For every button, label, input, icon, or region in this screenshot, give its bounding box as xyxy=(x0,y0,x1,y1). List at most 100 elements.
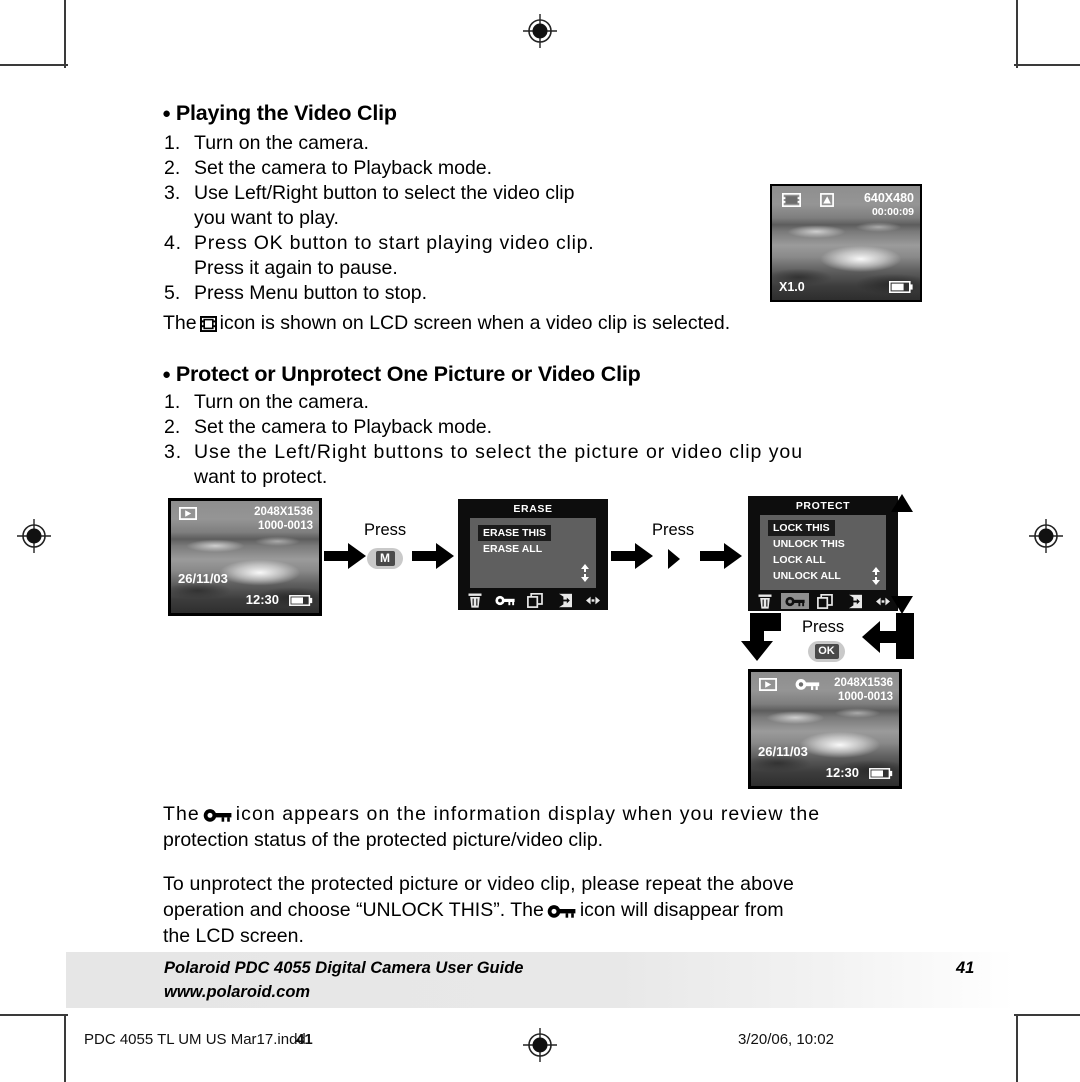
print-filename: PDC 4055 TL UM US Mar17.indd xyxy=(84,1031,306,1048)
step-number: 3. xyxy=(164,441,183,463)
step-number: 2. xyxy=(164,416,181,438)
menu-button-label: M xyxy=(375,551,395,566)
lcd-resolution: 2048X1536 xyxy=(834,677,893,689)
footer-website: www.polaroid.com xyxy=(164,983,311,1001)
playback-icon xyxy=(759,678,777,691)
play-right-icon[interactable] xyxy=(667,549,681,569)
step-text: Use the Left/Right buttons to select the… xyxy=(194,441,804,463)
step-item: 5. Press Menu button to stop. xyxy=(164,281,427,307)
print-timestamp: 3/20/06, 10:02 xyxy=(738,1031,834,1048)
lcd-screen-picture-protected: 2048X1536 1000-0013 26/11/03 12:30 xyxy=(748,669,902,789)
step-text: Turn on the camera. xyxy=(194,132,369,154)
erase-menu-toolbar xyxy=(458,590,608,610)
left-right-icon xyxy=(876,597,890,606)
step-item: 2. Set the camera to Playback mode. xyxy=(164,415,492,441)
film-strip-icon-inline xyxy=(199,314,217,340)
erase-menu-screen: ERASE ERASE THIS ERASE ALL xyxy=(458,499,608,610)
lcd-time: 12:30 xyxy=(825,765,859,780)
bullet-icon: ● xyxy=(162,366,171,383)
key-icon-inline xyxy=(203,805,233,831)
registration-target-icon-right xyxy=(1029,519,1063,553)
step-number: 4. xyxy=(164,232,182,254)
crop-mark-top-right xyxy=(1014,0,1080,68)
erase-menu-title: ERASE xyxy=(513,503,553,515)
note-text-after: icon appears on the information display … xyxy=(235,803,821,825)
step-text: Set the camera to Playback mode. xyxy=(194,416,493,438)
video-icon-note: The icon is shown on LCD screen when a vi… xyxy=(163,311,730,340)
lcd-zoom-level: X1.0 xyxy=(779,280,805,294)
erase-menu-item-erase-all[interactable]: ERASE ALL xyxy=(483,543,542,555)
protect-menu-item-lock-all[interactable]: LOCK ALL xyxy=(773,554,826,566)
exit-icon xyxy=(559,593,572,608)
scroll-up-arrow-icon xyxy=(891,494,913,512)
battery-icon xyxy=(289,595,313,606)
erase-menu-item-erase-this[interactable]: ERASE THIS xyxy=(478,525,552,541)
step-item-continuation: you want to play. xyxy=(164,206,339,232)
step-item: 2. Set the camera to Playback mode. xyxy=(164,156,492,182)
up-down-arrows-icon xyxy=(872,567,880,585)
protect-menu-item-lock-this[interactable]: LOCK THIS xyxy=(768,520,835,536)
copy-icon xyxy=(817,594,833,609)
step-item: 1. Turn on the camera. xyxy=(164,390,369,416)
unprotect-note-line1: To unprotect the protected picture or vi… xyxy=(163,873,795,895)
note-text-before: The xyxy=(163,803,200,825)
step-item: 1. Turn on the camera. xyxy=(164,131,369,157)
protect-menu-screen: PROTECT LOCK THIS UNLOCK THIS LOCK ALL U… xyxy=(748,496,898,611)
protect-menu-title: PROTECT xyxy=(795,500,851,512)
press-right-label: Press xyxy=(652,521,695,539)
section-heading-playing-video-clip: ● Playing the Video Clip xyxy=(162,101,397,125)
lcd-date: 26/11/03 xyxy=(178,571,228,586)
flow-arrow-right-2 xyxy=(412,543,454,569)
flow-arrow-right-1 xyxy=(324,543,366,569)
lcd-screen-video-playback: 640X480 00:00:09 X1.0 xyxy=(770,184,922,302)
ok-button-label: OK xyxy=(814,644,839,659)
press-menu-label: Press xyxy=(364,521,407,539)
battery-icon xyxy=(869,768,893,779)
unprotect-note-line3: the LCD screen. xyxy=(163,925,304,947)
key-icon xyxy=(495,595,515,606)
key-icon-inline xyxy=(547,901,577,927)
left-right-icon xyxy=(586,596,600,605)
step-text: Press it again to pause. xyxy=(194,257,398,279)
manual-page: ● Playing the Video Clip 1. Turn on the ca… xyxy=(0,0,1080,1082)
flow-arrow-bend-left xyxy=(862,613,914,659)
note-text-before: operation and choose “UNLOCK THIS”. The xyxy=(163,899,544,921)
protect-menu-item-unlock-all[interactable]: UNLOCK ALL xyxy=(773,570,841,582)
step-text: Press OK button to start playing video c… xyxy=(194,232,595,254)
page-number: 41 xyxy=(956,959,975,977)
protect-icon-note-line1: The icon appears on the information displ… xyxy=(163,802,923,831)
ok-button[interactable]: OK xyxy=(808,641,845,662)
lcd-date: 26/11/03 xyxy=(758,744,808,759)
protect-menu-toolbar xyxy=(748,591,898,611)
step-text: want to protect. xyxy=(194,466,328,488)
scroll-down-arrow-icon xyxy=(891,596,913,614)
footer-title: Polaroid PDC 4055 Digital Camera User Gu… xyxy=(164,959,524,977)
lcd-file-number: 1000-0013 xyxy=(258,520,313,532)
step-item-continuation: Press it again to pause. xyxy=(164,256,398,282)
section-heading-protect-unprotect: ● Protect or Unprotect One Picture or Vid… xyxy=(162,362,641,386)
video-marker-icon xyxy=(820,193,834,207)
protect-menu-item-unlock-this[interactable]: UNLOCK THIS xyxy=(773,538,845,550)
note-text-after: icon is shown on LCD screen when a video… xyxy=(219,312,731,334)
exit-icon xyxy=(849,594,862,609)
step-number: 2. xyxy=(164,157,181,179)
playback-icon xyxy=(179,507,197,520)
step-item: 3. Use Left/Right button to select the vi… xyxy=(164,181,574,207)
step-text: Use Left/Right button to select the vide… xyxy=(194,182,575,204)
menu-button[interactable]: M xyxy=(367,548,403,569)
step-text: Press Menu button to stop. xyxy=(194,282,428,304)
protect-icon-note-line2: protection status of the protected pictu… xyxy=(163,829,604,851)
lcd-osd-overlay: 2048X1536 1000-0013 26/11/03 12:30 xyxy=(171,501,319,613)
step-text: Turn on the camera. xyxy=(194,391,369,413)
protect-menu-panel: LOCK THIS UNLOCK THIS LOCK ALL UNLOCK AL… xyxy=(760,515,886,590)
note-text-before: The xyxy=(163,312,197,334)
print-slug-row: PDC 4055 TL UM US Mar17.indd 41 3/20/06,… xyxy=(0,1026,1080,1060)
trash-icon xyxy=(758,594,772,609)
lcd-osd-overlay: 2048X1536 1000-0013 26/11/03 12:30 xyxy=(751,672,899,786)
step-item: 4. Press OK button to start playing video… xyxy=(164,231,594,257)
flow-arrow-right-3 xyxy=(611,543,653,569)
flow-arrow-bend-down-left xyxy=(741,613,781,661)
key-icon[interactable] xyxy=(785,596,805,607)
bullet-icon: ● xyxy=(162,105,171,122)
battery-icon xyxy=(889,281,913,293)
